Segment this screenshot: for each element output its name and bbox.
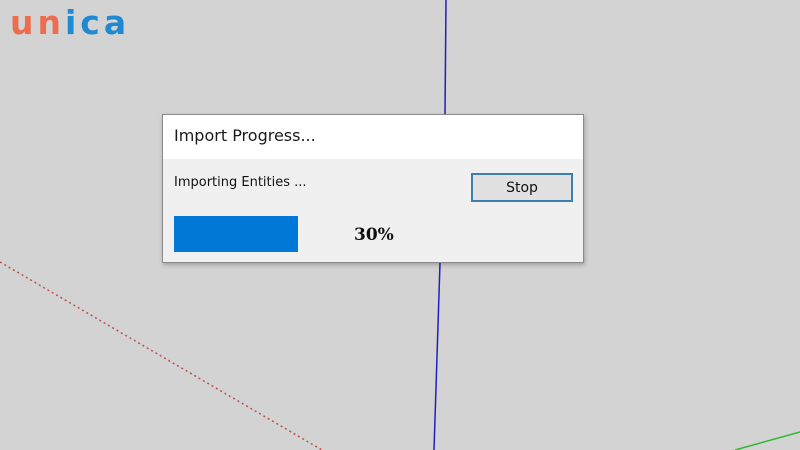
import-progress-dialog: Import Progress... Importing Entities ..… (162, 114, 584, 263)
dialog-title: Import Progress... (174, 126, 316, 145)
logo-text-part1: un (10, 3, 65, 42)
blue-axis-lower (433, 262, 441, 450)
logo-text-part2: ica (65, 3, 131, 42)
stop-button[interactable]: Stop (471, 173, 573, 202)
green-axis (734, 431, 800, 450)
progress-percent-label: 30% (354, 225, 394, 245)
progress-bar-fill (174, 216, 298, 252)
import-status-text: Importing Entities ... (174, 175, 307, 190)
dialog-titlebar[interactable]: Import Progress... (163, 115, 583, 159)
red-axis-dotted (0, 261, 323, 450)
blue-axis-upper (444, 0, 447, 115)
unica-logo: unica (10, 1, 130, 45)
